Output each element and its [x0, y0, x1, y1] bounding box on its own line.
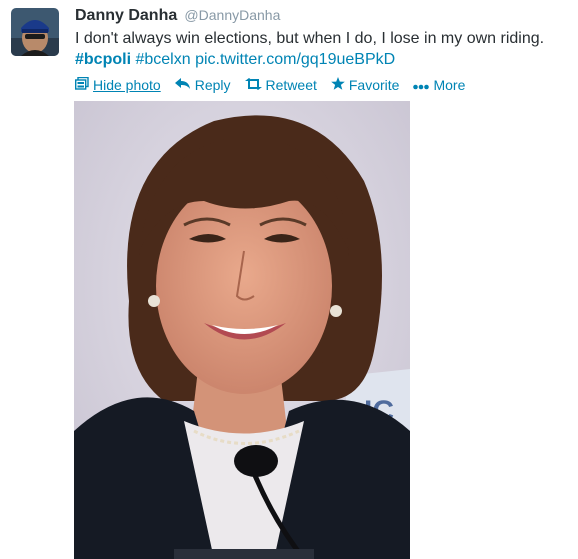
more-button[interactable]: More — [413, 76, 465, 94]
photo-image: IC — [74, 101, 410, 559]
tweet-photo[interactable]: IC — [74, 101, 410, 559]
star-icon — [331, 76, 345, 94]
more-label: More — [433, 77, 466, 93]
tweet-actions: Hide photo Reply Retweet Favorite More — [74, 76, 578, 94]
pic-link[interactable]: pic.twitter.com/gq19ueBPkD — [195, 51, 395, 68]
dots-icon — [413, 76, 430, 94]
username[interactable]: @DannyDanha — [184, 7, 280, 23]
photo-icon — [74, 76, 89, 94]
reply-label: Reply — [194, 77, 231, 93]
avatar[interactable] — [11, 8, 59, 56]
fullname[interactable]: Danny Danha — [75, 7, 177, 24]
hashtag-bcelxn[interactable]: #bcelxn — [135, 51, 190, 68]
avatar-image — [11, 8, 59, 56]
retweet-button[interactable]: Retweet — [244, 76, 317, 94]
retweet-icon — [244, 76, 262, 94]
tweet: Danny Danha @DannyDanha I don't always w… — [74, 5, 578, 94]
tweet-text: I don't always win elections, but when I… — [75, 28, 575, 70]
hide-photo-label: Hide photo — [93, 77, 161, 93]
favorite-label: Favorite — [348, 77, 400, 93]
hide-photo-button[interactable]: Hide photo — [74, 76, 161, 94]
retweet-label: Retweet — [265, 77, 317, 93]
favorite-button[interactable]: Favorite — [331, 76, 400, 94]
reply-button[interactable]: Reply — [174, 76, 231, 94]
tweet-text-main: I don't always win elections, but when I… — [75, 30, 545, 47]
tweet-header: Danny Danha @DannyDanha — [75, 5, 578, 26]
hashtag-bcpoli[interactable]: #bcpoli — [75, 51, 131, 68]
reply-arrow-icon — [174, 76, 191, 94]
